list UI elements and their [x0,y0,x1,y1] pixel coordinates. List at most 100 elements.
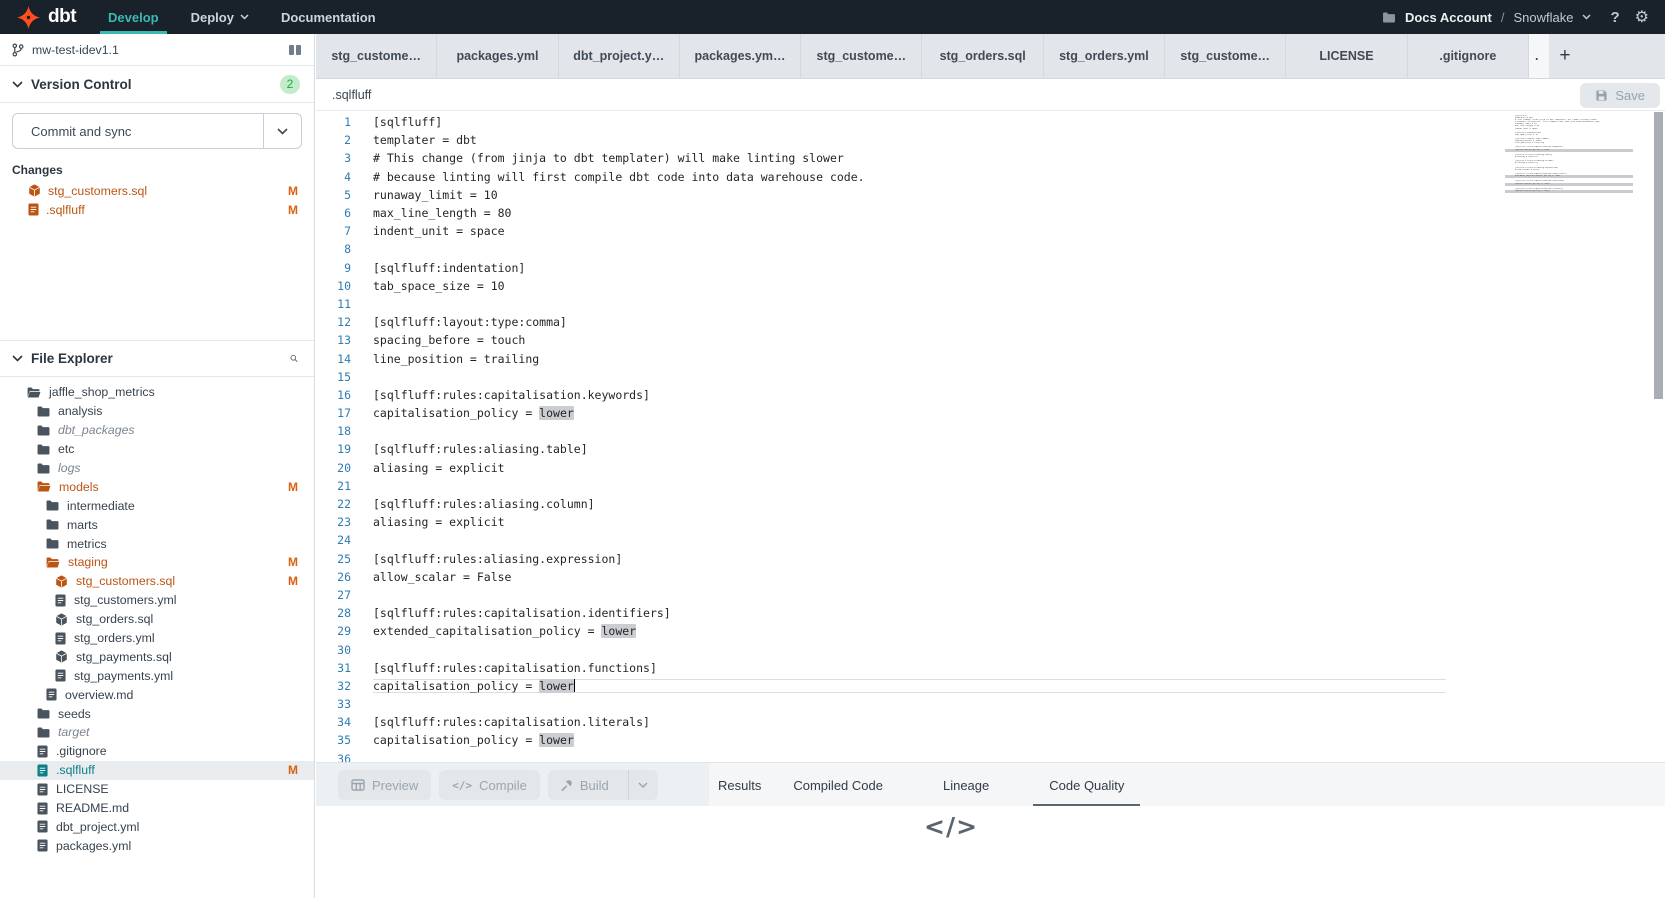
code-line[interactable]: 27 [316,586,1446,604]
tree-item-marts[interactable]: marts [0,515,314,534]
tree-item-license[interactable]: LICENSE [0,780,314,799]
tab-lineage[interactable]: Lineage [943,763,989,807]
tree-item-staging[interactable]: stagingM [0,553,314,572]
code-line[interactable]: 8 [316,240,1446,258]
file-tab[interactable]: stg_custome… [801,34,922,78]
code-line[interactable]: 28[sqlfluff:rules:capitalisation.identif… [316,604,1446,622]
code-line[interactable]: 2templater = dbt [316,131,1446,149]
code-line[interactable]: 36 [316,750,1446,762]
version-control-header[interactable]: Version Control 2 [0,66,314,103]
dbt-logo[interactable]: dbt [0,5,76,30]
preview-button[interactable]: Preview [338,770,431,800]
tree-item-dbt-project-yml[interactable]: dbt_project.yml [0,817,314,836]
build-button[interactable]: Build [548,770,621,800]
code-line[interactable]: 13spacing_before = touch [316,331,1446,349]
file-tab[interactable]: .gitignore [1408,34,1529,78]
code-line[interactable]: 7indent_unit = space [316,222,1446,240]
code-line[interactable]: 25[sqlfluff:rules:aliasing.expression] [316,550,1446,568]
help-icon[interactable]: ? [1610,9,1619,26]
commit-and-sync-button[interactable]: Commit and sync [12,113,302,149]
code-line[interactable]: 26allow_scalar = False [316,568,1446,586]
code-line[interactable]: 14line_position = trailing [316,349,1446,367]
tree-item--gitignore[interactable]: .gitignore [0,742,314,761]
tab-results[interactable]: Results [718,763,761,807]
tree-item-logs[interactable]: logs [0,459,314,478]
account-name[interactable]: Docs Account [1405,10,1492,25]
file-tab[interactable]: packages.yml [437,34,558,78]
save-button[interactable]: Save [1580,83,1660,108]
file-tab[interactable]: LICENSE [1286,34,1407,78]
code-line[interactable]: 34[sqlfluff:rules:capitalisation.literal… [316,713,1446,731]
tree-item-overview-md[interactable]: overview.md [0,685,314,704]
tree-item-intermediate[interactable]: intermediate [0,496,314,515]
code-line[interactable]: 18 [316,422,1446,440]
code-line[interactable]: 19[sqlfluff:rules:aliasing.table] [316,440,1446,458]
code-line[interactable]: 29extended_capitalisation_policy = lower [316,622,1446,640]
code-line[interactable]: 5runaway_limit = 10 [316,186,1446,204]
tree-item-etc[interactable]: etc [0,440,314,459]
nav-documentation[interactable]: Documentation [281,0,376,34]
tree-item-stg-orders-yml[interactable]: stg_orders.yml [0,629,314,648]
search-icon[interactable] [284,349,304,368]
code-line[interactable]: 31[sqlfluff:rules:capitalisation.functio… [316,659,1446,677]
chevron-down-icon[interactable] [1582,14,1591,20]
tree-item-seeds[interactable]: seeds [0,704,314,723]
gear-icon[interactable]: ⚙ [1635,7,1649,27]
change-row[interactable]: stg_customers.sqlM [0,181,314,200]
tree-item-models[interactable]: modelsM [0,477,314,496]
file-tab[interactable]: stg_custome… [1165,34,1286,78]
panel-columns-icon[interactable] [288,44,302,56]
tree-item-dbt-packages[interactable]: dbt_packages [0,421,314,440]
code-line[interactable]: 20aliasing = explicit [316,459,1446,477]
build-options-caret[interactable] [628,770,658,800]
code-line[interactable]: 9[sqlfluff:indentation] [316,259,1446,277]
tree-item-stg-payments-sql[interactable]: stg_payments.sql [0,647,314,666]
code-line[interactable]: 22[sqlfluff:rules:aliasing.column] [316,495,1446,513]
code-line[interactable]: 32capitalisation_policy = lower [316,677,1446,695]
tree-item-stg-customers-sql[interactable]: stg_customers.sqlM [0,572,314,591]
code-line[interactable]: 11 [316,295,1446,313]
file-tab[interactable]: packages.ym… [680,34,801,78]
tree-item-stg-customers-yml[interactable]: stg_customers.yml [0,591,314,610]
file-explorer-header[interactable]: File Explorer [0,340,314,377]
tree-item-packages-yml[interactable]: packages.yml [0,836,314,855]
file-tab[interactable]: dbt_project.y… [559,34,680,78]
code-line[interactable]: 15 [316,368,1446,386]
file-tab[interactable]: stg_orders.sql [922,34,1043,78]
code-editor[interactable]: 1[sqlfluff]2templater = dbt3# This chang… [316,111,1665,762]
tree-item-target[interactable]: target [0,723,314,742]
code-line[interactable]: 12[sqlfluff:layout:type:comma] [316,313,1446,331]
file-tab[interactable]: stg_orders.yml [1044,34,1165,78]
tab-compiled-code[interactable]: Compiled Code [793,763,883,807]
code-line[interactable]: 30 [316,640,1446,658]
code-line[interactable]: 16[sqlfluff:rules:capitalisation.keyword… [316,386,1446,404]
git-branch-row[interactable]: mw-test-idev1.1 [0,34,314,66]
code-line[interactable]: 33 [316,695,1446,713]
code-line[interactable]: 3# This change (from jinja to dbt templa… [316,149,1446,167]
nav-deploy[interactable]: Deploy [191,0,249,34]
tree-item-analysis[interactable]: analysis [0,402,314,421]
code-line[interactable]: 23aliasing = explicit [316,513,1446,531]
change-row[interactable]: .sqlfluffM [0,200,314,219]
code-line[interactable]: 24 [316,531,1446,549]
tree-item-readme-md[interactable]: README.md [0,799,314,818]
new-tab-button[interactable]: + [1549,34,1581,78]
code-line[interactable]: 35capitalisation_policy = lower [316,731,1446,749]
build-button-group[interactable]: Build [548,770,658,800]
commit-options-caret[interactable] [263,114,301,148]
warehouse-selector[interactable]: Snowflake [1514,10,1574,25]
code-line[interactable]: 4# because linting will first compile db… [316,168,1446,186]
tree-item-jaffle-shop-metrics[interactable]: jaffle_shop_metrics [0,383,314,402]
tree-item-stg-payments-yml[interactable]: stg_payments.yml [0,666,314,685]
compile-button[interactable]: </> Compile [439,770,540,800]
file-tab-partial[interactable]: . [1529,34,1549,78]
code-line[interactable]: 6max_line_length = 80 [316,204,1446,222]
nav-develop[interactable]: Develop [108,0,159,34]
tree-item-stg-orders-sql[interactable]: stg_orders.sql [0,610,314,629]
tree-item--sqlfluff[interactable]: .sqlfluffM [0,761,314,780]
code-line[interactable]: 1[sqlfluff] [316,113,1446,131]
editor-scrollbar[interactable] [1654,112,1663,399]
tree-item-metrics[interactable]: metrics [0,534,314,553]
code-line[interactable]: 17capitalisation_policy = lower [316,404,1446,422]
minimap[interactable]: [sqlfluff]templater = dbt# This change (… [1505,115,1633,196]
